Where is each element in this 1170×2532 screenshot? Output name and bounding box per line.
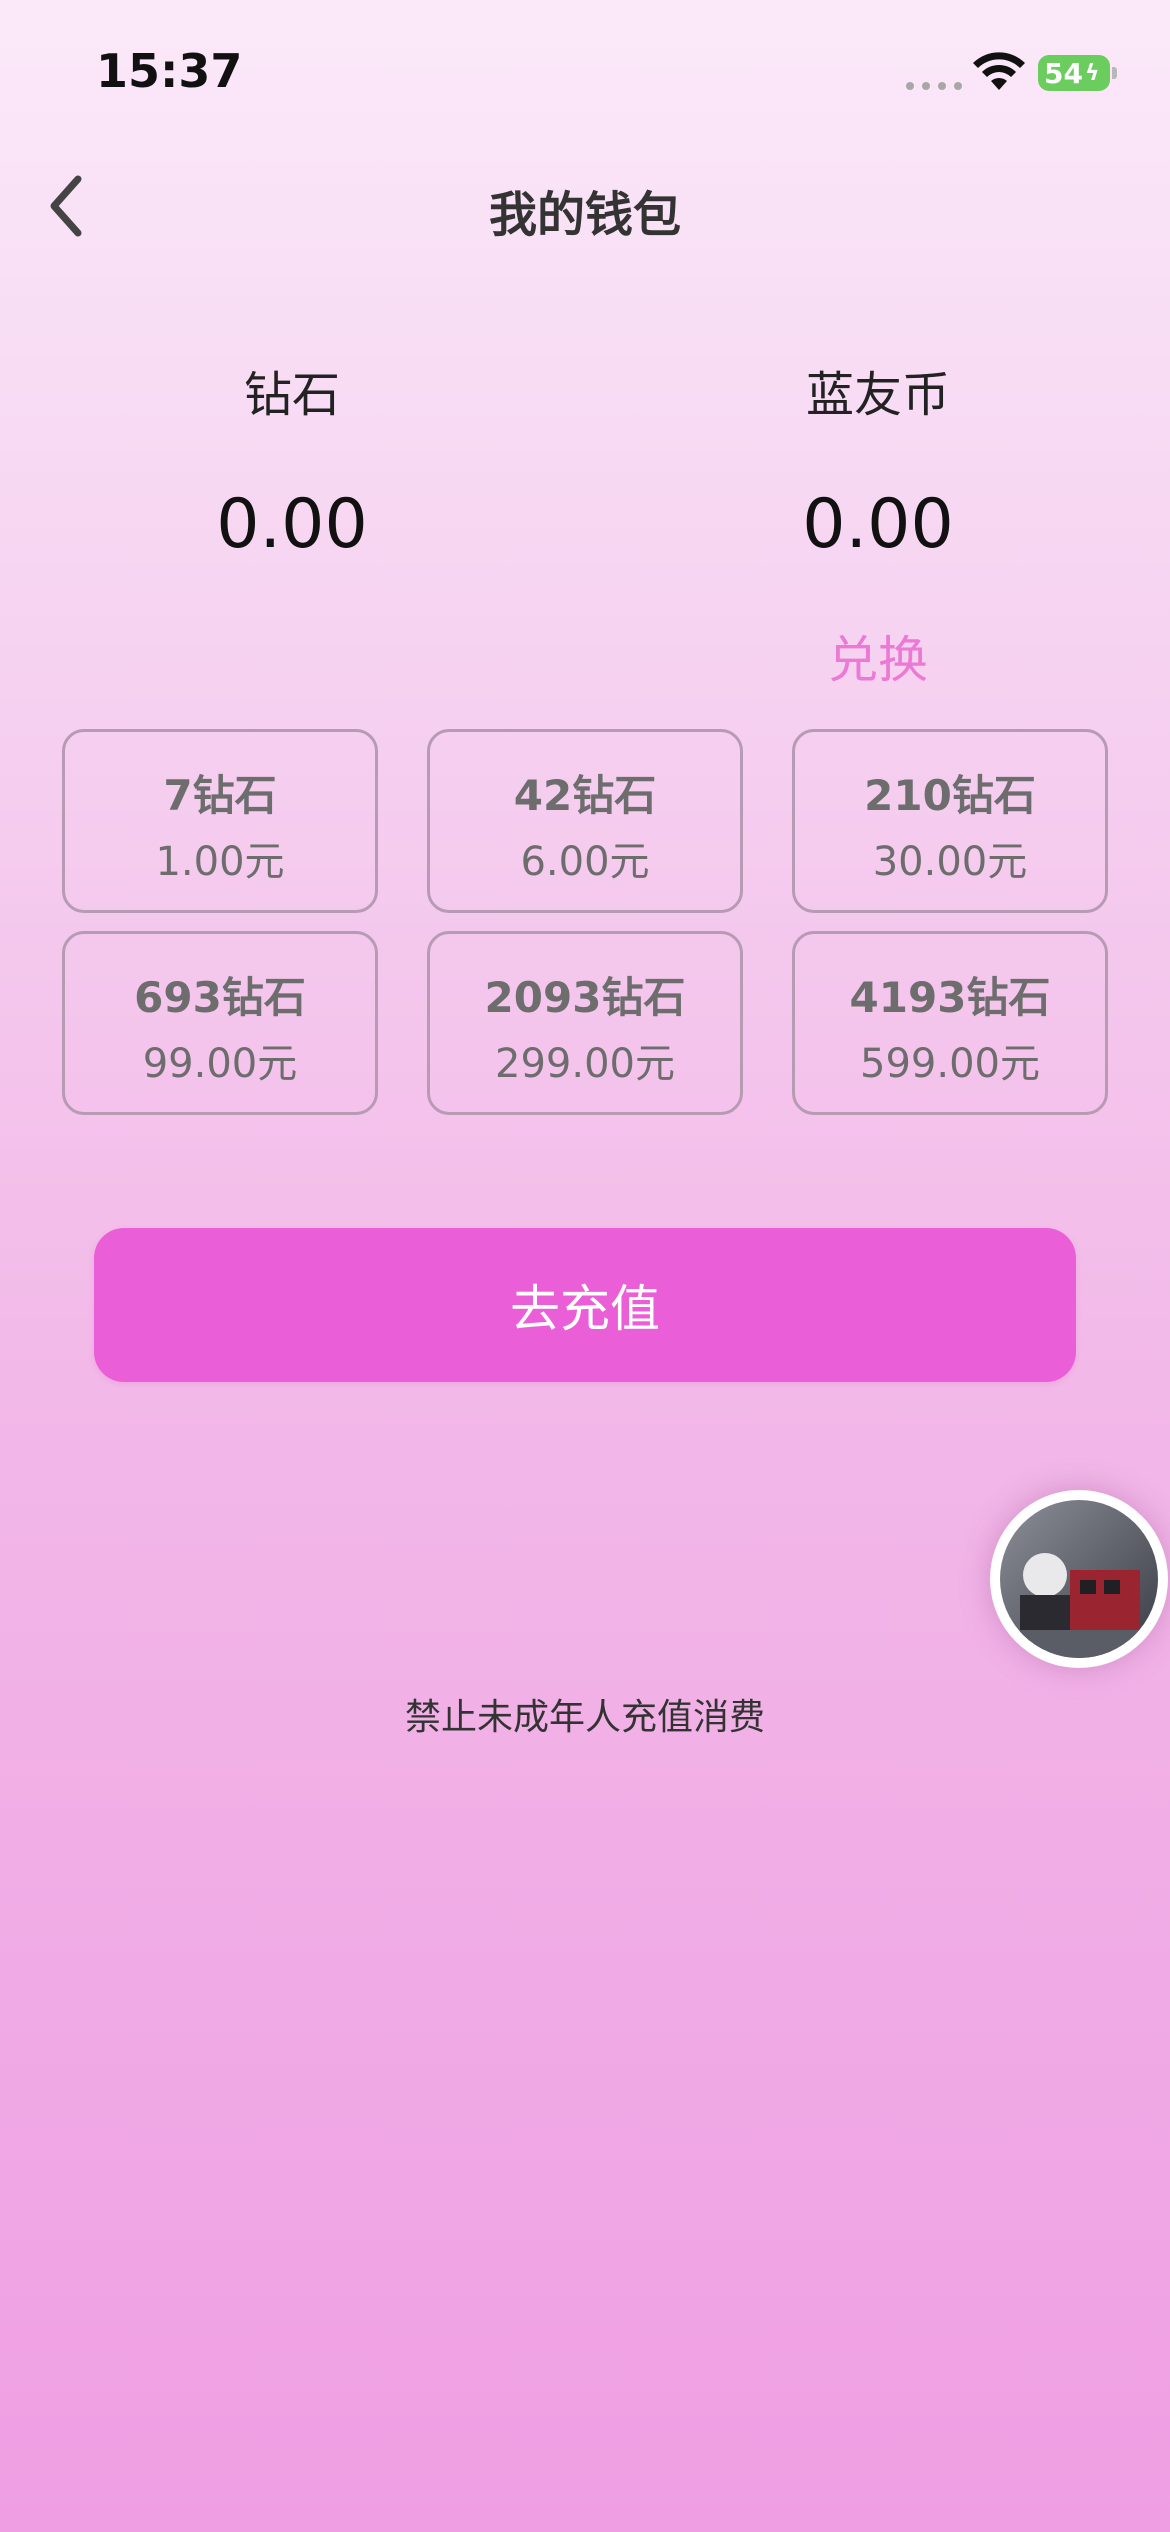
package-option[interactable]: 4193钻石 599.00元 [792, 931, 1108, 1115]
package-option[interactable]: 693钻石 99.00元 [62, 931, 378, 1115]
package-option[interactable]: 2093钻石 299.00元 [427, 931, 743, 1115]
wifi-icon [973, 52, 1025, 90]
minor-notice: 禁止未成年人充值消费 [404, 1697, 765, 1738]
battery-level: 54 [1044, 56, 1083, 90]
recharge-button[interactable]: 去充值 [94, 1228, 1076, 1382]
package-option[interactable]: 42钻石 6.00元 [427, 729, 743, 913]
package-name: 210钻石 [864, 771, 1036, 820]
avatar [1000, 1500, 1158, 1658]
diamond-balance: 钻石 0.00 [92, 360, 492, 565]
status-bar: 15:37 54 ϟ [0, 0, 1170, 140]
cellular-signal-icon [906, 82, 962, 90]
package-price: 599.00元 [860, 1041, 1040, 1087]
status-time: 15:37 [96, 44, 243, 98]
package-option[interactable]: 210钻石 30.00元 [792, 729, 1108, 913]
coin-label: 蓝友币 [805, 367, 950, 423]
battery-cap [1112, 67, 1117, 79]
package-name: 693钻石 [134, 973, 306, 1022]
page-title: 我的钱包 [488, 187, 681, 243]
package-price: 299.00元 [495, 1041, 675, 1087]
package-price: 1.00元 [155, 839, 285, 885]
package-price: 30.00元 [872, 839, 1028, 885]
package-price: 99.00元 [142, 1041, 298, 1087]
package-name: 42钻石 [513, 771, 657, 820]
exchange-link[interactable]: 兑换 [678, 620, 1078, 692]
battery-icon: 54 ϟ [1038, 55, 1110, 91]
diamond-label: 钻石 [243, 367, 340, 423]
package-grid: 7钻石 1.00元 42钻石 6.00元 210钻石 30.00元 693钻石 … [62, 729, 1108, 1115]
package-name: 7钻石 [163, 771, 277, 820]
charging-bolt-icon: ϟ [1084, 60, 1100, 86]
diamond-value: 0.00 [216, 485, 368, 564]
avatar-image [1000, 1500, 1158, 1658]
package-name: 4193钻石 [849, 973, 1051, 1022]
coin-value: 0.00 [802, 485, 954, 564]
package-price: 6.00元 [520, 839, 650, 885]
floating-avatar-button[interactable] [990, 1490, 1168, 1668]
package-name: 2093钻石 [484, 973, 686, 1022]
package-option[interactable]: 7钻石 1.00元 [62, 729, 378, 913]
coin-balance: 蓝友币 0.00 [678, 360, 1078, 565]
